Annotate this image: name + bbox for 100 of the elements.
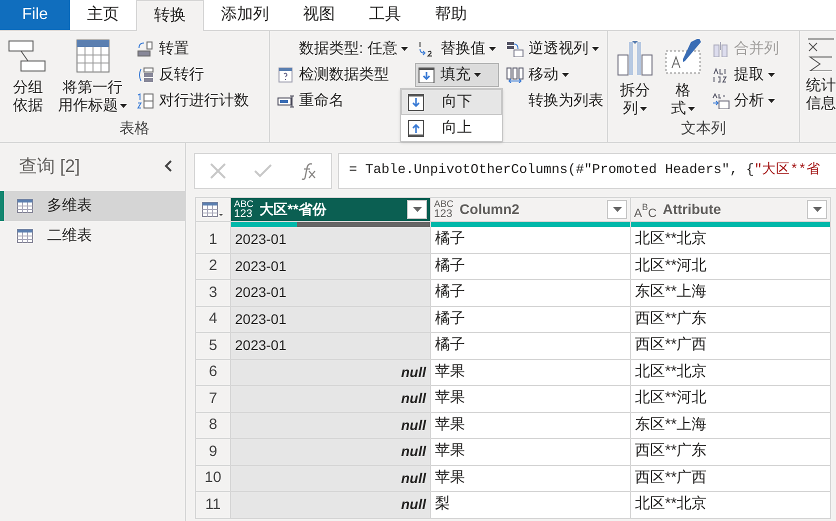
caret-icon [489, 47, 496, 51]
filter-dropdown-button[interactable] [607, 200, 627, 219]
reverse-rows-icon [137, 67, 155, 83]
table-cell: 2023-01 [231, 254, 431, 280]
ribbon-button[interactable]: 转置 [135, 37, 251, 61]
table-cell: null [231, 412, 431, 439]
row-number: 8 [195, 412, 231, 439]
ribbon-button[interactable]: 反转行 [135, 63, 251, 87]
ribbon-button[interactable]: 填充 [415, 63, 500, 87]
table-cell: null [231, 439, 431, 466]
row-number: 1 [195, 227, 231, 254]
function-button[interactable] [299, 162, 318, 180]
caret-icon [688, 107, 695, 111]
ribbon-button[interactable]: 格 式 [662, 35, 704, 118]
table-cell: 苹果 [431, 439, 631, 466]
filter-dropdown-button[interactable] [407, 200, 427, 219]
ribbon-tab[interactable]: 视图 [286, 0, 352, 30]
ribbon-button[interactable]: 分析 [710, 89, 781, 113]
caret-icon [412, 207, 422, 212]
table-icon [202, 202, 224, 218]
merge-columns-icon [712, 41, 730, 57]
menu-item[interactable]: 向上 [401, 115, 502, 141]
caret-icon [640, 107, 647, 111]
row-number: 7 [195, 386, 231, 412]
ribbon-button[interactable]: 将第一行 用作标题 [56, 35, 129, 118]
menu-item[interactable]: 向下 [401, 89, 502, 115]
row-number: 6 [195, 360, 231, 386]
row-number: 2 [195, 254, 231, 280]
check-icon [254, 164, 272, 178]
table-cell: 梨 [431, 492, 631, 518]
column-name: Column2 [460, 200, 520, 219]
row-number: 4 [195, 306, 231, 333]
table-cell: 北区**北京 [631, 492, 831, 518]
table-cell: 北区**北京 [631, 227, 831, 254]
ribbon-button[interactable]: 逆透视列 [503, 37, 606, 61]
ribbon-button[interactable]: 分组 依据 [6, 35, 50, 118]
group-icon [8, 39, 48, 73]
table-cell: 西区**广东 [631, 439, 831, 466]
ribbon-button[interactable]: 统计 信息 [806, 37, 836, 113]
row-number: 3 [195, 280, 231, 306]
row-number: 10 [195, 466, 231, 492]
parse-icon [712, 93, 730, 109]
query-item[interactable]: 多维表 [0, 191, 185, 221]
table-cell: 橘子 [431, 306, 631, 333]
ribbon-button[interactable]: 检测数据类型 [274, 63, 412, 87]
rename-icon [277, 93, 295, 109]
table-menu-button[interactable] [195, 197, 231, 222]
table-cell: null [231, 466, 431, 492]
table-cell: 苹果 [431, 386, 631, 412]
statistics-icon [806, 37, 836, 71]
column-name: Attribute [662, 200, 722, 219]
table-cell: null [231, 386, 431, 412]
table-cell: 东区**上海 [631, 280, 831, 306]
ribbon-button[interactable]: 提取 [710, 63, 781, 87]
row-number: 9 [195, 439, 231, 466]
fill-up-icon [408, 120, 424, 136]
file-tab[interactable]: File [0, 0, 70, 30]
ribbon-button[interactable]: 替换值 [415, 37, 500, 61]
table-cell: 苹果 [431, 360, 631, 386]
pane-title: 查询 [2] [19, 154, 80, 178]
formula-field[interactable]: = Table.UnpivotOtherColumns(#"Promoted Headers", {"大区**省 [338, 153, 836, 189]
ribbon-button[interactable]: 移动 [503, 63, 606, 87]
caret-icon [612, 207, 622, 212]
table-cell: 东区**上海 [631, 412, 831, 439]
table-icon [17, 229, 33, 243]
table-cell: 2023-01 [231, 333, 431, 360]
ribbon-button[interactable]: 对行进行计数 [135, 89, 251, 113]
transpose-icon [137, 41, 155, 57]
unpivot-icon [506, 41, 524, 57]
table-cell: 北区**河北 [631, 386, 831, 412]
ribbon-button[interactable]: 拆分 列 [614, 35, 656, 118]
group-label: 文本列 [680, 119, 727, 139]
caret-icon [120, 104, 127, 108]
ribbon-tab[interactable]: 工具 [352, 0, 418, 30]
function-icon [299, 162, 318, 180]
ribbon-button[interactable]: 转换为列表 [503, 89, 606, 113]
count-rows-icon [137, 93, 155, 109]
ribbon-tab[interactable]: 添加列 [204, 0, 286, 30]
table-cell: 橘子 [431, 280, 631, 306]
ribbon-tab[interactable]: 帮助 [418, 0, 484, 30]
table-cell: null [231, 360, 431, 386]
close-icon [208, 162, 227, 180]
filter-dropdown-button[interactable] [807, 200, 827, 219]
split-column-icon [616, 39, 654, 76]
table-cell: 苹果 [431, 466, 631, 492]
row-number: 5 [195, 333, 231, 360]
ribbon-button[interactable]: 数据类型: 任意 [274, 37, 412, 61]
query-item[interactable]: 二维表 [0, 221, 185, 251]
table-cell: 北区**北京 [631, 360, 831, 386]
table-icon [17, 199, 33, 213]
table-cell: 苹果 [431, 412, 631, 439]
ribbon-tab[interactable]: 主页 [70, 0, 136, 30]
ribbon-tab[interactable]: 转换 [136, 0, 204, 31]
table-cell: 西区**广西 [631, 466, 831, 492]
table-cell: 西区**广东 [631, 306, 831, 333]
detect-type-icon [277, 67, 295, 83]
table-cell: 橘子 [431, 227, 631, 254]
caret-icon [768, 99, 775, 103]
caret-icon [812, 207, 822, 212]
table-cell: 2023-01 [231, 280, 431, 306]
